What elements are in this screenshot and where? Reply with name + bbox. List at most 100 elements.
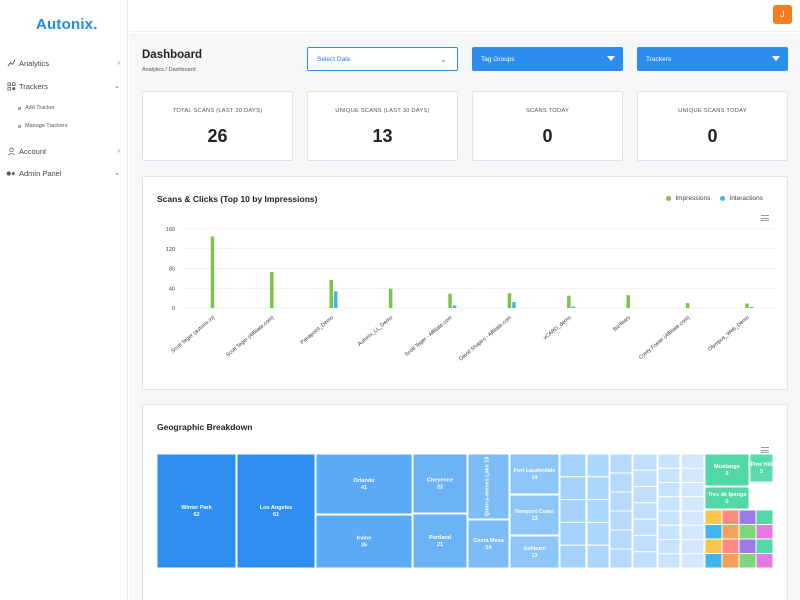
sidebar-item-analytics[interactable]: Analytics ›	[6, 55, 120, 71]
treemap-cell[interactable]: Portland21	[412, 513, 468, 569]
treemap-cell-small[interactable]	[609, 510, 633, 531]
treemap-cell-small[interactable]	[586, 499, 610, 523]
treemap-cell-small[interactable]	[680, 453, 705, 469]
treemap-cell-small[interactable]	[559, 544, 587, 569]
bar-interactions[interactable]	[512, 302, 516, 308]
sidebar-item-admin-panel[interactable]: Admin Panel ⌄	[6, 165, 120, 181]
bar-interactions[interactable]	[334, 291, 338, 308]
treemap-cell-small[interactable]	[632, 469, 658, 488]
treemap-cell-small[interactable]	[738, 538, 757, 554]
treemap-cell-small[interactable]	[680, 553, 705, 569]
treemap-cell[interactable]: Los Angeles61	[236, 453, 316, 569]
treemap-cell-small[interactable]	[559, 499, 587, 523]
treemap-cell-small[interactable]	[680, 496, 705, 512]
treemap-cell-small[interactable]	[609, 453, 633, 474]
treemap-cell-small[interactable]	[738, 509, 757, 525]
treemap-cell[interactable]: Irvine35	[315, 514, 413, 569]
treemap-cell-small[interactable]	[632, 453, 658, 471]
treemap-cell-small[interactable]	[657, 496, 681, 512]
treemap-cell[interactable]: Pine Hill5	[749, 453, 774, 483]
bar-impressions[interactable]	[567, 295, 571, 308]
treemap-cell[interactable]: Cheyenne22	[412, 453, 468, 514]
treemap-cell-small[interactable]	[755, 524, 774, 540]
treemap-cell[interactable]: Quincy-moses Lake 18	[467, 453, 510, 520]
treemap-cell-small[interactable]	[657, 553, 681, 569]
breadcrumb[interactable]: Analytics / Dashboard	[142, 67, 196, 73]
stat-label: SCANS TODAY	[525, 108, 570, 114]
treemap-cell[interactable]: Ashburn13	[509, 535, 560, 569]
treemap-cell[interactable]: Winter Park62	[156, 453, 237, 569]
treemap-cell-small[interactable]	[657, 539, 681, 555]
treemap-cell-small[interactable]	[704, 509, 723, 525]
treemap-cell-small[interactable]	[680, 482, 705, 498]
treemap-cell-small[interactable]	[704, 538, 723, 554]
bar-interactions[interactable]	[749, 307, 754, 308]
bar-interactions[interactable]	[571, 306, 576, 308]
bar-impressions[interactable]	[329, 279, 334, 308]
treemap-cell-small[interactable]	[586, 453, 610, 478]
sidebar-item-account[interactable]: Account ›	[6, 143, 120, 159]
treemap-cell-small[interactable]	[704, 524, 723, 540]
treemap-cell[interactable]: Newport Coast13	[509, 494, 560, 536]
treemap-cell-small[interactable]	[586, 476, 610, 501]
treemap-cell-small[interactable]	[680, 539, 705, 555]
bar-impressions[interactable]	[210, 236, 215, 308]
treemap-value: 14	[531, 475, 538, 481]
sidebar-subitem-add-tracker[interactable]: Add Tracker	[18, 105, 55, 111]
treemap-cell-small[interactable]	[632, 486, 658, 504]
treemap-cell-small[interactable]	[721, 524, 740, 540]
treemap-cell-small[interactable]	[680, 510, 705, 526]
treemap-cell-small[interactable]	[738, 553, 757, 569]
bar-impressions[interactable]	[270, 271, 274, 308]
treemap-cell-small[interactable]	[680, 524, 705, 540]
tag-groups-dropdown[interactable]: Tag Groups	[472, 47, 623, 71]
treemap-cell-small[interactable]	[657, 510, 681, 526]
treemap-cell-small[interactable]	[586, 544, 610, 569]
treemap-cell-small[interactable]	[738, 524, 757, 540]
treemap-cell-small[interactable]	[632, 518, 658, 536]
treemap-cell-small[interactable]	[721, 553, 740, 569]
y-tick-label: 40	[169, 286, 175, 292]
bar-impressions[interactable]	[507, 293, 512, 308]
bar-impressions[interactable]	[685, 303, 690, 308]
treemap-cell-small[interactable]	[721, 538, 740, 554]
treemap-cell-small[interactable]	[632, 502, 658, 520]
bar-impressions[interactable]	[448, 293, 452, 308]
treemap-cell-small[interactable]	[586, 521, 610, 546]
treemap-cell-small[interactable]	[755, 509, 774, 525]
sidebar-subitem-manage-trackers[interactable]: Manage Trackers	[18, 123, 68, 129]
bar-impressions[interactable]	[745, 303, 749, 308]
treemap-cell-small[interactable]	[721, 509, 740, 525]
treemap-cell[interactable]: Fort Lauderdale14	[509, 453, 560, 495]
treemap-cell-small[interactable]	[559, 453, 587, 478]
treemap-cell-small[interactable]	[609, 548, 633, 569]
sidebar-item-trackers[interactable]: Trackers ⌄	[6, 78, 120, 94]
treemap-cell-small[interactable]	[657, 467, 681, 483]
treemap-cell-small[interactable]	[755, 538, 774, 554]
trackers-dropdown[interactable]: Trackers	[637, 47, 788, 71]
treemap-cell-small[interactable]	[559, 521, 587, 546]
bar-impressions[interactable]	[626, 295, 631, 308]
treemap-cell-small[interactable]	[609, 529, 633, 550]
treemap-cell[interactable]: Orlando41	[315, 453, 413, 515]
treemap-cell[interactable]: Tres de Ipanga6	[704, 486, 750, 510]
treemap-cell-small[interactable]	[609, 472, 633, 493]
treemap-cell-small[interactable]	[657, 524, 681, 540]
treemap-cell-small[interactable]	[609, 491, 633, 512]
treemap-cell-small[interactable]	[704, 553, 723, 569]
app-logo[interactable]: Autonix.	[36, 16, 98, 33]
treemap-cell-small[interactable]	[657, 453, 681, 469]
treemap-cell-small[interactable]	[755, 553, 774, 569]
bar-impressions[interactable]	[388, 288, 393, 308]
date-select[interactable]: Select Date ⌄	[307, 47, 458, 71]
treemap-cell[interactable]: Mustangs8	[704, 453, 750, 487]
treemap-cell-small[interactable]	[657, 482, 681, 498]
treemap-cell-small[interactable]	[632, 551, 658, 569]
bar-interactions[interactable]	[452, 305, 457, 308]
treemap-cell-small[interactable]	[680, 467, 705, 483]
treemap-cell-small[interactable]	[559, 476, 587, 501]
treemap-cell-small[interactable]	[632, 534, 658, 553]
user-avatar[interactable]: J	[773, 5, 792, 24]
treemap-value: 22	[437, 485, 443, 491]
treemap-cell[interactable]: Costa Mesa14	[467, 519, 510, 569]
